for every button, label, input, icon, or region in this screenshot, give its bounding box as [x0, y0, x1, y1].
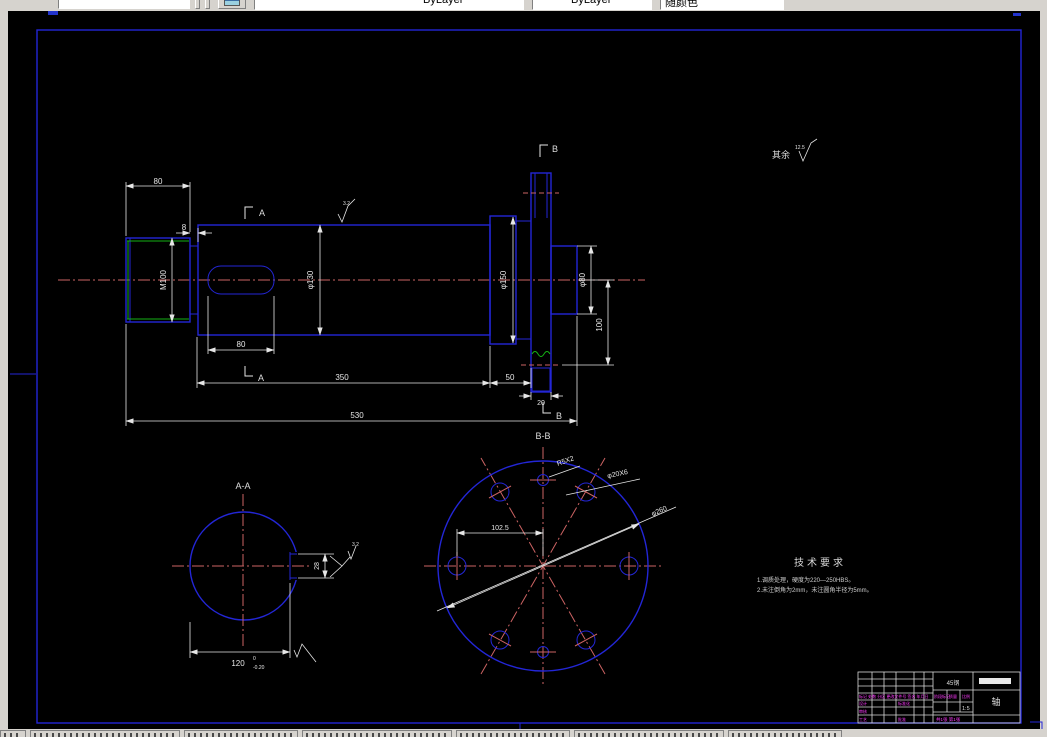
color-combo[interactable]: ByLayer [532, 0, 652, 10]
dim-hole-offset: 100 [595, 318, 604, 332]
dim-bolt-offset: 102.5 [491, 525, 509, 532]
titleblock-approve: 批准 [898, 716, 906, 722]
dim-d150: φ150 [499, 270, 508, 289]
titleblock-process: 工艺 [859, 717, 867, 722]
window-artifact [48, 11, 58, 15]
roughness-rest-label: 其余 [772, 149, 790, 160]
dim-keyway-width: 28 [314, 562, 321, 570]
status-segment[interactable] [184, 730, 298, 737]
dim-flange-thickness: 20 [537, 400, 545, 407]
status-segment[interactable] [302, 730, 452, 737]
roughness-rest-value: 12.5 [795, 145, 805, 151]
top-toolbar: ByLayer ByLayer 随颜色 [0, 0, 1047, 11]
tech-line-1: 1.调质处理，硬度为220—250HBS。 [757, 576, 854, 584]
section-b-bottom-label: B [556, 411, 562, 421]
roughness-keyway-value: 3.2 [352, 542, 359, 548]
section-a-top-label: A [259, 208, 265, 218]
titleblock-standard: 标准化 [898, 700, 910, 706]
color-combo-value: ByLayer [571, 0, 611, 6]
tech-line-2: 2.未注倒角为2mm，未注圆角半径为5mm。 [757, 586, 873, 594]
titleblock-scale-label: 比例 [962, 693, 970, 699]
status-segment[interactable] [574, 730, 724, 737]
application-window: ByLayer ByLayer 随颜色 [0, 0, 1047, 737]
titleblock-design: 设计 [859, 700, 867, 706]
tech-title: 技术要求 [794, 556, 846, 569]
section-bb-label: B-B [535, 431, 550, 441]
toolbar-field[interactable] [58, 0, 190, 9]
status-segment[interactable] [0, 730, 26, 737]
dim-flat-tol-upper: 0 [253, 656, 256, 662]
dim-undercut: 8 [182, 223, 187, 232]
plotstyle-combo[interactable]: 随颜色 [660, 0, 784, 10]
dim-collar-length: 50 [506, 373, 515, 382]
titleblock-stage-label: 阶段标记 [934, 693, 950, 699]
titleblock-sheet-info: 共1张 第1张 [936, 716, 961, 723]
status-segment[interactable] [456, 730, 570, 737]
drawing-canvas[interactable]: 80 8 M100 φ130 φ150 φ80 100 80 350 50 20… [8, 11, 1043, 729]
dim-flat-width: 120 [231, 659, 245, 668]
dim-flat-tol-lower: -0.20 [253, 665, 265, 671]
material-cell: 45钢 [947, 679, 960, 687]
window-artifact [1013, 13, 1021, 16]
titleblock-number-bar [979, 678, 1011, 684]
status-segment[interactable] [728, 730, 842, 737]
section-b-top-label: B [552, 144, 558, 154]
dim-body-length: 350 [335, 373, 349, 382]
toolbar-grip[interactable] [195, 0, 200, 9]
dim-d130: φ130 [306, 270, 315, 289]
titleblock-scale-value: 1:5 [962, 706, 970, 712]
titleblock-mass-label: 质量 [949, 693, 957, 699]
titleblock-check: 审核 [859, 708, 867, 714]
toolbar-grip[interactable] [205, 0, 210, 9]
titleblock-header-row: 标记 处数 分区 更改文件号 签名 年月日 [859, 693, 929, 699]
layer-properties-button[interactable] [218, 0, 246, 9]
status-segment[interactable] [30, 730, 180, 737]
layers-icon [224, 0, 240, 6]
roughness-shaft-value: 3.2 [343, 201, 350, 207]
sheet-frame [8, 11, 1043, 729]
drawing-sheet: 80 8 M100 φ130 φ150 φ80 100 80 350 50 20… [8, 11, 1043, 729]
plotstyle-combo-value: 随颜色 [665, 0, 698, 9]
dim-total-length: 530 [350, 411, 364, 420]
dim-keyway-length: 80 [237, 340, 246, 349]
layer-combo-value: ByLayer [423, 0, 463, 6]
part-name-cell: 轴 [991, 696, 1000, 707]
layer-combo[interactable]: ByLayer [254, 0, 524, 10]
dim-thread-length: 80 [154, 177, 163, 186]
dim-thread: M100 [159, 269, 168, 290]
bottom-status-strip [0, 729, 1047, 737]
section-a-bottom-label: A [258, 373, 264, 383]
section-aa-label: A-A [235, 481, 250, 491]
